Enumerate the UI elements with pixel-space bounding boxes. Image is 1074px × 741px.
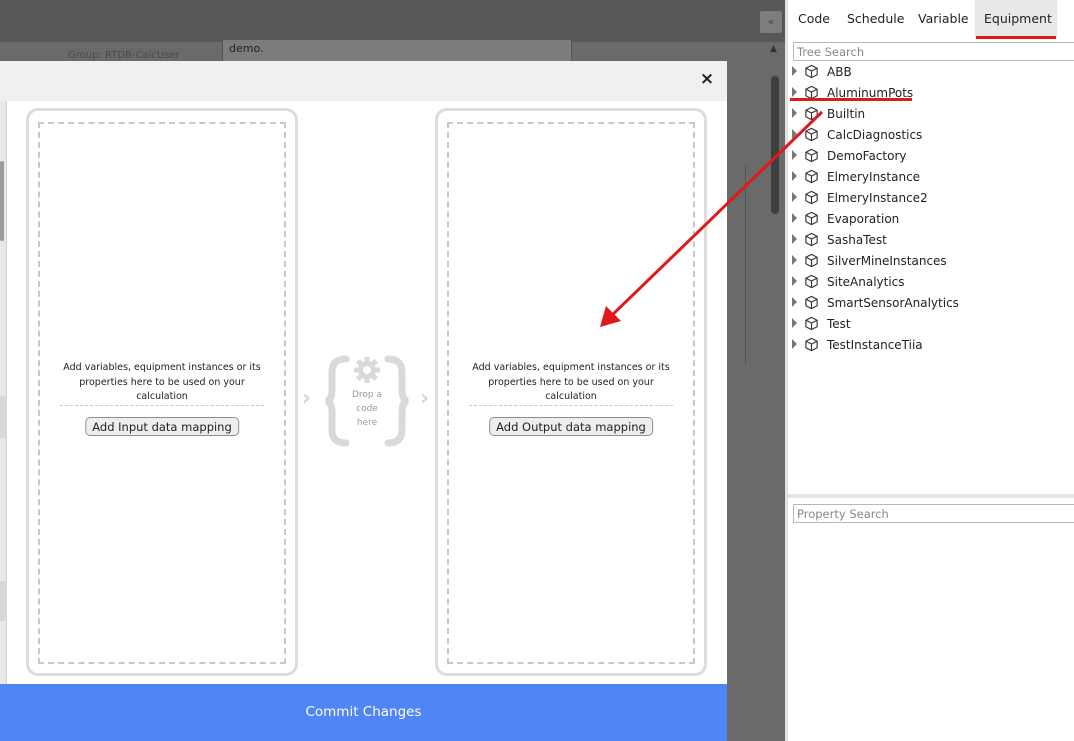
tree-item[interactable]: Test — [788, 314, 1074, 335]
data-mapping-modal: × Add variables, equipment instances or … — [0, 61, 727, 741]
expand-caret-icon[interactable] — [792, 150, 797, 160]
drop-code-line: here — [356, 418, 378, 428]
drop-code-line: Drop a — [351, 390, 383, 400]
tree-item[interactable]: SashaTest — [788, 230, 1074, 251]
panel-splitter[interactable] — [788, 494, 1074, 498]
tree-item-label: Evaporation — [827, 212, 900, 226]
close-icon[interactable]: × — [697, 69, 717, 89]
tree-item[interactable]: SilverMineInstances — [788, 251, 1074, 272]
expand-caret-icon[interactable] — [792, 234, 797, 244]
output-hint-text: Add variables, equipment instances or it… — [472, 362, 670, 402]
drop-code-line: code — [356, 404, 378, 414]
cube-icon — [805, 64, 818, 79]
cube-icon — [805, 211, 818, 226]
cube-icon — [805, 127, 818, 142]
code-drop-zone[interactable]: Drop a code here — [324, 354, 410, 448]
tree-item[interactable]: DemoFactory — [788, 146, 1074, 167]
tree-item-label: ABB — [827, 65, 852, 79]
expand-caret-icon[interactable] — [792, 213, 797, 223]
expand-caret-icon[interactable] — [792, 339, 797, 349]
cube-icon — [805, 106, 818, 121]
expand-caret-icon[interactable] — [792, 129, 797, 139]
tree-item[interactable]: Builtin — [788, 104, 1074, 125]
expand-caret-icon[interactable] — [792, 297, 797, 307]
drop-code-text: Drop a code here — [324, 388, 410, 430]
cube-icon — [805, 190, 818, 205]
active-tab-annotation — [976, 36, 1056, 39]
input-divider — [60, 405, 264, 406]
output-mapping-panel[interactable]: Add variables, equipment instances or it… — [435, 108, 707, 676]
background-demo-text: demo. — [229, 42, 264, 55]
tree-item[interactable]: CalcDiagnostics — [788, 125, 1074, 146]
background-scrollbar[interactable] — [771, 76, 779, 214]
input-mapping-panel[interactable]: Add variables, equipment instances or it… — [26, 108, 298, 676]
expand-caret-icon[interactable] — [792, 276, 797, 286]
tree-item-label: SashaTest — [827, 233, 887, 247]
cube-icon — [805, 148, 818, 163]
input-hint-text: Add variables, equipment instances or it… — [63, 362, 261, 402]
expand-caret-icon[interactable] — [792, 192, 797, 202]
tab-schedule[interactable]: Schedule — [847, 0, 904, 38]
add-output-mapping-button[interactable]: Add Output data mapping — [489, 417, 653, 436]
background-header — [0, 0, 785, 42]
expand-caret-icon[interactable] — [792, 171, 797, 181]
expand-caret-icon[interactable] — [792, 87, 797, 97]
tree-item-label: DemoFactory — [827, 149, 907, 163]
modal-header: × — [0, 61, 727, 101]
cube-icon — [805, 253, 818, 268]
commit-changes-button[interactable]: Commit Changes — [0, 684, 727, 741]
tab-code[interactable]: Code — [798, 0, 830, 38]
cube-icon — [805, 169, 818, 184]
expand-caret-icon[interactable] — [792, 66, 797, 76]
strip-section — [0, 396, 7, 438]
chevron-right-icon: › — [302, 386, 312, 411]
gear-icon — [354, 357, 380, 383]
tab-bar: Code Schedule Variable Equipment — [788, 0, 1074, 39]
tree-item[interactable]: TestInstanceTiia — [788, 335, 1074, 356]
expand-caret-icon[interactable] — [792, 318, 797, 328]
strip-scrollbar[interactable] — [0, 161, 4, 241]
tree-item[interactable]: SiteAnalytics — [788, 272, 1074, 293]
tree-item-label: TestInstanceTiia — [827, 338, 923, 352]
background-group-label: Group: RTDB-CalcUser — [68, 50, 180, 61]
cube-icon — [805, 337, 818, 352]
expand-caret-icon[interactable] — [792, 108, 797, 118]
chevron-right-icon: › — [420, 386, 430, 411]
output-divider — [469, 405, 673, 406]
cube-icon — [805, 295, 818, 310]
tree-search-input[interactable] — [793, 42, 1074, 61]
scroll-up-icon[interactable]: ▲ — [770, 44, 780, 54]
tree-item[interactable]: Evaporation — [788, 209, 1074, 230]
tree-item-label: SilverMineInstances — [827, 254, 947, 268]
collapse-panel-icon[interactable]: « — [759, 10, 783, 34]
background-divider — [745, 165, 746, 365]
tree-item-label: CalcDiagnostics — [827, 128, 923, 142]
tree-item-label: Builtin — [827, 107, 866, 121]
cube-icon — [805, 316, 818, 331]
tree-item-label: SmartSensorAnalytics — [827, 296, 959, 310]
tab-equipment[interactable]: Equipment — [975, 0, 1057, 38]
output-drop-zone[interactable]: Add variables, equipment instances or it… — [447, 122, 695, 664]
input-drop-zone[interactable]: Add variables, equipment instances or it… — [38, 122, 286, 664]
tree-item[interactable]: ABB — [788, 62, 1074, 83]
property-search-input[interactable] — [793, 504, 1074, 523]
add-input-mapping-button[interactable]: Add Input data mapping — [85, 417, 239, 436]
cube-icon — [805, 232, 818, 247]
tree-item[interactable]: ElmeryInstance2 — [788, 188, 1074, 209]
tree-item-label: Test — [827, 317, 851, 331]
tree-item-label: SiteAnalytics — [827, 275, 905, 289]
tab-variable[interactable]: Variable — [918, 0, 969, 38]
expand-caret-icon[interactable] — [792, 255, 797, 265]
tree-item[interactable]: ElmeryInstance — [788, 167, 1074, 188]
tree-item[interactable]: SmartSensorAnalytics — [788, 293, 1074, 314]
selected-item-annotation — [790, 98, 912, 101]
tree-item-label: ElmeryInstance — [827, 170, 921, 184]
strip-section — [0, 581, 7, 621]
tree-item-label: ElmeryInstance2 — [827, 191, 928, 205]
background-text-box — [222, 40, 572, 62]
right-panel: Code Schedule Variable Equipment ABB Alu… — [788, 0, 1074, 741]
cube-icon — [805, 274, 818, 289]
modal-left-strip — [0, 101, 7, 684]
